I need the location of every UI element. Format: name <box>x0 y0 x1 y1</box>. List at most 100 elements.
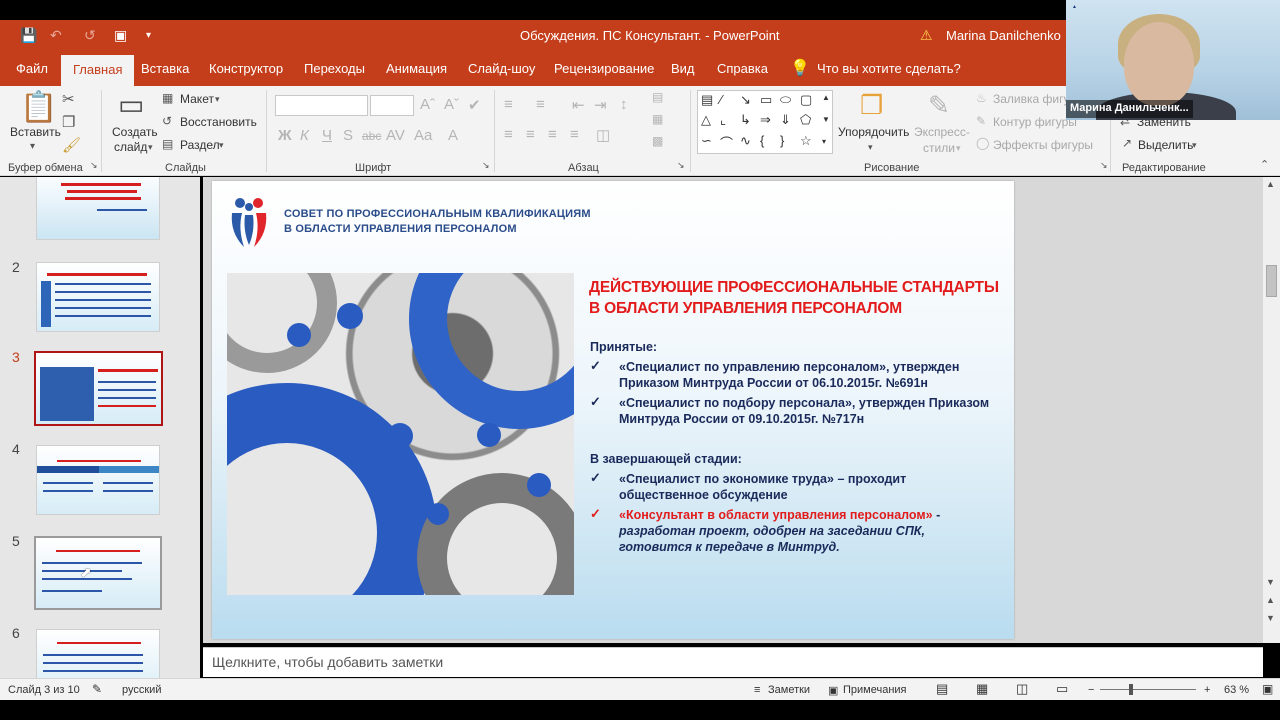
next-slide-icon[interactable]: ▼ <box>1266 613 1275 623</box>
oval-shape-icon[interactable]: ⬭ <box>780 92 791 108</box>
quick-styles-icon[interactable]: ✎ <box>928 90 950 121</box>
notes-toggle-button[interactable]: Заметки <box>768 684 810 696</box>
font-color-icon[interactable]: A <box>448 127 458 144</box>
tab-insert[interactable]: Вставка <box>141 61 189 76</box>
format-painter-icon[interactable]: 🖌 <box>62 136 81 154</box>
shadow-icon[interactable]: S <box>343 127 353 144</box>
align-right-icon[interactable]: ≡ <box>548 126 557 143</box>
curve-shape-icon[interactable]: ∽ <box>701 133 712 149</box>
undo-icon[interactable]: ↶ <box>50 27 62 44</box>
bold-icon[interactable]: Ж <box>278 127 292 144</box>
increase-indent-icon[interactable]: ⇥ <box>594 96 607 114</box>
customize-qat-icon[interactable]: ▾ <box>146 30 151 41</box>
zoom-level[interactable]: 63 % <box>1224 684 1249 696</box>
cut-icon[interactable]: ✂ <box>62 90 75 108</box>
select-button[interactable]: Выделить <box>1138 138 1193 152</box>
shape-fill-icon[interactable]: ♨ <box>976 91 987 105</box>
reading-view-icon[interactable]: ◫ <box>1016 681 1028 697</box>
slide-thumbnail[interactable]: ⬈ <box>34 536 162 610</box>
comments-button[interactable]: Примечания <box>843 684 907 696</box>
new-slide-dropdown-icon[interactable]: ▾ <box>148 142 153 153</box>
quick-styles-button[interactable]: Экспресс- <box>914 125 970 139</box>
decrease-indent-icon[interactable]: ⇤ <box>572 96 585 114</box>
fit-slide-icon[interactable]: ▣ <box>1262 682 1273 696</box>
shapes-scroll-up-icon[interactable]: ▲ <box>822 93 830 102</box>
section-dropdown-icon[interactable]: ▾ <box>219 140 224 151</box>
slide-thumbnail[interactable] <box>36 262 160 332</box>
layout-dropdown-icon[interactable]: ▾ <box>215 94 220 105</box>
tab-review[interactable]: Рецензирование <box>554 61 654 76</box>
font-size-input[interactable] <box>370 95 414 116</box>
shape-effects-button[interactable]: Эффекты фигуры <box>993 138 1093 152</box>
select-dropdown-icon[interactable]: ▾ <box>1192 140 1197 151</box>
numbering-icon[interactable]: ≡ <box>536 96 545 113</box>
arc-shape-icon[interactable]: ⌒ <box>720 133 733 152</box>
clipboard-launcher-icon[interactable]: ↘ <box>90 160 98 171</box>
down-arrow-shape-icon[interactable]: ⇓ <box>780 112 791 128</box>
notes-placeholder[interactable]: Щелкните, чтобы добавить заметки <box>212 654 443 670</box>
align-center-icon[interactable]: ≡ <box>526 126 535 143</box>
tab-help[interactable]: Справка <box>717 61 768 76</box>
scroll-down-icon[interactable]: ▼ <box>1266 577 1275 587</box>
quick-styles-dropdown-icon[interactable]: ▾ <box>956 143 961 154</box>
char-spacing-icon[interactable]: AV <box>386 127 405 144</box>
line-shape-icon[interactable]: ∕ <box>720 92 722 107</box>
triangle-shape-icon[interactable]: △ <box>701 112 711 128</box>
paste-button[interactable]: Вставить <box>10 125 61 139</box>
slide-thumbnails-pane[interactable]: 2 3 4 5 ⬈ 6 <box>0 177 200 678</box>
spellcheck-icon[interactable]: ✎ <box>92 682 102 696</box>
paste-dropdown-icon[interactable]: ▾ <box>30 141 35 152</box>
align-left-icon[interactable]: ≡ <box>504 126 513 143</box>
reset-button[interactable]: Восстановить <box>180 115 257 129</box>
clear-formatting-icon[interactable]: ✔ <box>468 96 481 114</box>
quick-styles-button-line2[interactable]: стили <box>923 141 955 155</box>
wave-shape-icon[interactable]: ∿ <box>740 133 751 149</box>
columns-icon[interactable]: ◫ <box>596 126 610 144</box>
arrange-dropdown-icon[interactable]: ▾ <box>868 142 873 153</box>
zoom-out-icon[interactable]: − <box>1088 684 1094 696</box>
increase-font-icon[interactable]: Aˆ <box>420 96 435 113</box>
slide-sorter-icon[interactable]: ▦ <box>976 681 988 697</box>
tab-view[interactable]: Вид <box>671 61 695 76</box>
font-name-input[interactable] <box>275 95 368 116</box>
italic-icon[interactable]: К <box>300 127 309 144</box>
previous-slide-icon[interactable]: ▲ <box>1266 595 1275 605</box>
change-case-icon[interactable]: Aa <box>414 127 432 144</box>
new-slide-button-line2[interactable]: слайд <box>114 140 147 154</box>
rounded-rect-shape-icon[interactable]: ▢ <box>800 92 812 108</box>
layout-button[interactable]: Макет <box>180 92 214 106</box>
tell-me-search[interactable]: Что вы хотите сделать? <box>817 61 961 76</box>
font-launcher-icon[interactable]: ↘ <box>482 160 490 171</box>
rectangle-shape-icon[interactable]: ▭ <box>760 92 772 108</box>
arrange-button[interactable]: Упорядочить <box>838 125 909 139</box>
zoom-in-icon[interactable]: + <box>1204 684 1210 696</box>
smartart-icon[interactable]: ▩ <box>652 134 663 148</box>
editor-vertical-scrollbar[interactable]: ▲ ▼ ▲ ▼ <box>1263 177 1280 643</box>
text-direction-icon[interactable]: ▤ <box>652 90 663 104</box>
strikethrough-icon[interactable]: abc <box>362 129 381 143</box>
shapes-scroll-down-icon[interactable]: ▼ <box>822 115 830 124</box>
decrease-font-icon[interactable]: Aˇ <box>444 96 459 113</box>
notes-toggle-icon[interactable]: ≡ <box>754 684 760 696</box>
underline-icon[interactable]: Ч <box>322 127 332 144</box>
right-arrow-shape-icon[interactable]: ⇒ <box>760 112 771 128</box>
select-icon[interactable]: ↗ <box>1122 136 1132 150</box>
paste-icon[interactable]: 📋 <box>20 90 57 125</box>
reset-icon[interactable]: ↺ <box>162 114 172 128</box>
current-slide[interactable]: СОВЕТ ПО ПРОФЕССИОНАЛЬНЫМ КВАЛИФИКАЦИЯМ … <box>212 181 1014 639</box>
section-icon[interactable]: ▤ <box>162 137 173 151</box>
layout-icon[interactable]: ▦ <box>162 91 173 105</box>
drawing-launcher-icon[interactable]: ↘ <box>1100 160 1108 171</box>
save-icon[interactable]: 💾 <box>20 27 37 44</box>
new-slide-button[interactable]: Создать <box>112 125 158 139</box>
arrow-line-shape-icon[interactable]: ↘ <box>740 92 751 108</box>
shape-outline-icon[interactable]: ✎ <box>976 114 986 128</box>
slide-thumbnail[interactable] <box>36 177 160 240</box>
comments-icon[interactable]: ▣ <box>828 684 838 697</box>
zoom-slider-knob[interactable] <box>1129 684 1133 695</box>
align-text-icon[interactable]: ▦ <box>652 112 663 126</box>
language-indicator[interactable]: русский <box>122 684 161 696</box>
shape-effects-icon[interactable]: ◯ <box>976 136 989 150</box>
tab-transitions[interactable]: Переходы <box>304 61 365 76</box>
scrollbar-thumb[interactable] <box>1266 265 1277 297</box>
